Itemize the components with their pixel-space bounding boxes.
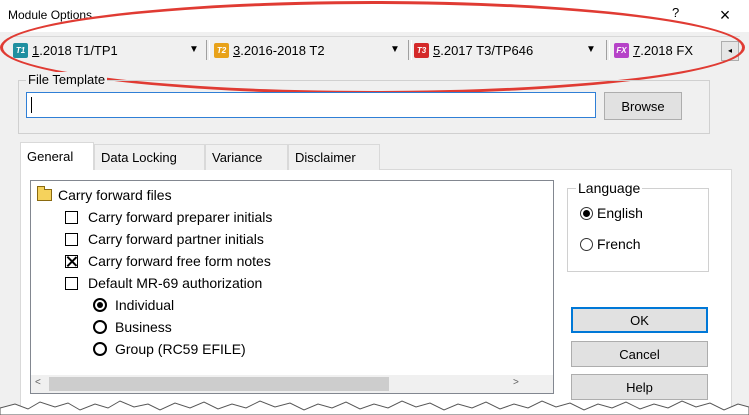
folder-carry-forward[interactable]: Carry forward files: [37, 184, 172, 206]
module-tab-t1-label: .2018 T1/TP1: [39, 42, 118, 58]
tab-divider: [408, 40, 412, 60]
radio-button[interactable]: [93, 342, 107, 356]
language-group: [567, 188, 709, 272]
checkbox-preparer-initials[interactable]: [65, 210, 78, 224]
window-title: Module Options: [8, 8, 93, 22]
module-tab-t2-label: .2016-2018 T2: [240, 42, 325, 58]
radio-button[interactable]: [580, 206, 593, 220]
chevron-down-icon[interactable]: ▼: [390, 44, 400, 55]
file-template-input[interactable]: [26, 92, 596, 118]
option-label: Carry forward preparer initials: [88, 209, 273, 225]
tab-divider: [206, 40, 210, 60]
radio-label: Group (RC59 EFILE): [115, 341, 246, 357]
module-tab-t1-hotkey: 1: [32, 42, 40, 58]
option-default-mr69-authorization[interactable]: Default MR-69 authorization: [65, 272, 262, 294]
module-tab-t2[interactable]: T2 3.2016-2018 T2 ▼: [214, 37, 400, 63]
option-carry-forward-preparer-initials[interactable]: Carry forward preparer initials: [65, 206, 272, 228]
tab-divider: [606, 40, 610, 60]
radio-label: French: [597, 236, 641, 252]
file-template-label: File Template: [26, 72, 108, 87]
ok-button[interactable]: OK: [571, 307, 708, 333]
module-options-dialog: Module Options ? × T1 1.2018 T1/TP1 ▼ T2…: [0, 0, 749, 415]
radio-french[interactable]: French: [580, 236, 641, 252]
checkbox-mr69-authorization[interactable]: [65, 276, 78, 290]
radio-label: Business: [115, 319, 172, 335]
radio-business[interactable]: Business: [93, 316, 172, 338]
t1-module-icon: T1: [13, 42, 28, 58]
option-label: Carry forward free form notes: [88, 253, 271, 269]
tab-data-locking[interactable]: Data Locking: [94, 144, 205, 170]
option-carry-forward-free-form-notes[interactable]: Carry forward free form notes: [65, 250, 271, 272]
help-icon[interactable]: ?: [672, 5, 679, 20]
checkbox-free-form-notes[interactable]: [65, 254, 78, 268]
scroll-left-icon[interactable]: <: [35, 377, 41, 388]
close-icon[interactable]: ×: [714, 4, 736, 26]
horizontal-scroll-thumb[interactable]: [49, 377, 389, 391]
options-tree[interactable]: Carry forward files Carry forward prepar…: [30, 180, 554, 394]
module-tab-t3-hotkey: 5: [433, 42, 441, 58]
file-template-text[interactable]: [27, 93, 595, 117]
folder-icon: [37, 186, 52, 201]
radio-english[interactable]: English: [580, 205, 643, 221]
module-tab-fx-hotkey: 7: [633, 42, 641, 58]
radio-individual[interactable]: Individual: [93, 294, 174, 316]
option-label: Default MR-69 authorization: [88, 275, 263, 291]
tab-disclaimer[interactable]: Disclaimer: [288, 144, 380, 170]
scroll-right-icon[interactable]: >: [513, 377, 519, 388]
title-bar: Module Options ? ×: [0, 0, 749, 32]
t2-module-icon: T2: [214, 42, 229, 58]
module-tab-t1[interactable]: T1 1.2018 T1/TP1 ▼: [13, 37, 199, 63]
browse-button[interactable]: Browse: [604, 92, 682, 120]
cancel-button[interactable]: Cancel: [571, 341, 708, 367]
tab-variance[interactable]: Variance: [205, 144, 288, 170]
option-label: Carry forward partner initials: [88, 231, 264, 247]
radio-button[interactable]: [93, 320, 107, 334]
radio-group-rc59[interactable]: Group (RC59 EFILE): [93, 338, 246, 360]
radio-button[interactable]: [580, 237, 593, 251]
module-tab-t3[interactable]: T3 5.2017 T3/TP646 ▼: [414, 37, 596, 63]
horizontal-scrollbar[interactable]: < >: [31, 375, 553, 393]
module-tab-fx-label: .2018 FX: [640, 42, 693, 58]
radio-label: Individual: [115, 297, 175, 313]
chevron-down-icon[interactable]: ▼: [586, 44, 596, 55]
radio-label: English: [597, 205, 643, 221]
t3-module-icon: T3: [414, 42, 429, 58]
torn-edge-decoration: [0, 400, 749, 415]
radio-button[interactable]: [93, 298, 107, 312]
help-button[interactable]: Help: [571, 374, 708, 400]
language-group-title: Language: [576, 180, 643, 196]
option-carry-forward-partner-initials[interactable]: Carry forward partner initials: [65, 228, 264, 250]
fx-module-icon: FX: [614, 42, 629, 58]
tab-general[interactable]: General: [20, 142, 94, 170]
tab-scroll-left-button[interactable]: ◂: [721, 41, 739, 61]
chevron-down-icon[interactable]: ▼: [189, 44, 199, 55]
module-tab-t2-hotkey: 3: [233, 42, 241, 58]
module-tab-t3-label: .2017 T3/TP646: [440, 42, 534, 58]
checkbox-partner-initials[interactable]: [65, 232, 78, 246]
module-tab-fx[interactable]: FX 7.2018 FX: [614, 37, 718, 63]
folder-label: Carry forward files: [58, 187, 172, 203]
module-tab-strip: T1 1.2018 T1/TP1 ▼ T2 3.2016-2018 T2 ▼ T…: [10, 36, 740, 63]
text-cursor: [31, 97, 32, 113]
